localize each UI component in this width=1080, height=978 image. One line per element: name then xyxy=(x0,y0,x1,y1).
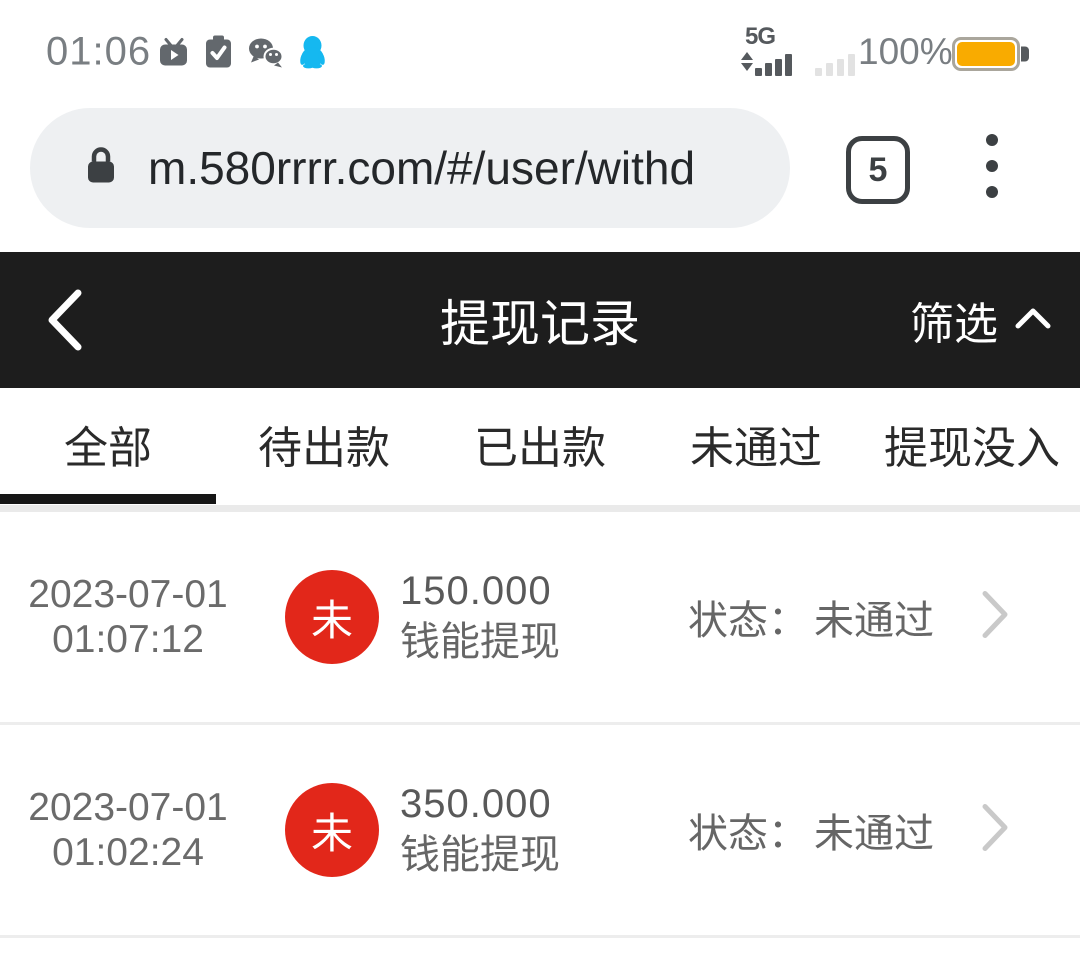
downlink-arrow-icon xyxy=(741,63,753,71)
signal-bars-sim2-icon xyxy=(815,26,855,76)
battery-icon xyxy=(952,37,1020,71)
wechat-icon xyxy=(248,37,283,67)
notification-icons xyxy=(158,36,326,69)
tab-pending-payout[interactable]: 待出款 xyxy=(216,388,432,512)
lock-icon[interactable] xyxy=(86,147,116,190)
back-button[interactable] xyxy=(42,287,86,353)
qq-icon xyxy=(299,36,326,69)
chevron-up-icon xyxy=(1014,306,1052,335)
tab-rejected[interactable]: 未通过 xyxy=(648,388,864,512)
tab-withdraw-not-credited[interactable]: 提现没入 xyxy=(864,388,1080,512)
signal-bars-icon xyxy=(755,54,792,76)
tab-paid-out[interactable]: 已出款 xyxy=(432,388,648,512)
record-date: 2023-07-01 xyxy=(28,786,228,829)
app-header: 提现记录 筛选 xyxy=(0,252,1080,388)
record-date: 2023-07-01 xyxy=(28,573,228,616)
screen: 01:06 xyxy=(0,0,1080,978)
chevron-left-icon xyxy=(42,287,86,353)
record-datetime: 2023-07-01 01:07:12 xyxy=(16,572,240,662)
record-datetime: 2023-07-01 01:02:24 xyxy=(16,785,240,875)
filter-tabs: 全部 待出款 已出款 未通过 提现没入 xyxy=(0,388,1080,512)
list-item[interactable]: 2023-07-01 01:07:12 未 150.000 钱能提现 状态：未通… xyxy=(0,512,1080,722)
list-item[interactable]: 2023-07-01 01:02:24 未 350.000 钱能提现 状态：未通… xyxy=(0,725,1080,935)
browser-toolbar: m.580rrrr.com/#/user/withd 5 xyxy=(0,100,1080,252)
status-value: 未通过 xyxy=(814,599,934,643)
record-status: 状态：未通过 xyxy=(688,801,934,859)
amount-value: 350.000 xyxy=(400,779,560,830)
record-time: 01:07:12 xyxy=(52,618,204,661)
clipboard-check-icon xyxy=(205,36,232,69)
status-bar: 01:06 xyxy=(0,0,1080,100)
payment-method: 钱能提现 xyxy=(400,617,560,668)
status-label: 状态： xyxy=(688,812,808,856)
status-badge: 未 xyxy=(285,783,379,877)
record-time: 01:02:24 xyxy=(52,831,204,874)
status-value: 未通过 xyxy=(814,812,934,856)
withdrawal-list: 2023-07-01 01:07:12 未 150.000 钱能提现 状态：未通… xyxy=(0,512,1080,938)
status-label: 状态： xyxy=(688,599,808,643)
record-status: 状态：未通过 xyxy=(688,588,934,646)
filter-button[interactable]: 筛选 xyxy=(910,288,1052,352)
payment-method: 钱能提现 xyxy=(400,830,560,881)
tab-switcher-button[interactable]: 5 xyxy=(846,136,910,204)
filter-label: 筛选 xyxy=(910,288,998,352)
row-separator xyxy=(0,935,1080,938)
tv-icon xyxy=(158,37,189,67)
tab-count: 5 xyxy=(869,151,888,190)
tabs-divider xyxy=(0,505,1080,512)
amount-value: 150.000 xyxy=(400,566,560,617)
status-badge: 未 xyxy=(285,570,379,664)
chevron-right-icon xyxy=(980,589,1010,646)
menu-kebab-icon[interactable] xyxy=(986,134,998,212)
record-amount-block: 150.000 钱能提现 xyxy=(400,566,560,668)
uplink-arrow-icon xyxy=(741,52,753,60)
active-tab-underline xyxy=(0,494,216,504)
chevron-right-icon xyxy=(980,802,1010,859)
record-amount-block: 350.000 钱能提现 xyxy=(400,779,560,881)
url-text: m.580rrrr.com/#/user/withd xyxy=(148,141,695,195)
signal-5g-icon: 5G xyxy=(741,26,797,78)
battery-percent-text: 100% xyxy=(858,31,953,73)
address-bar[interactable]: m.580rrrr.com/#/user/withd xyxy=(30,108,790,228)
network-type-label: 5G xyxy=(745,23,775,51)
page-title: 提现记录 xyxy=(440,284,640,356)
clock-text: 01:06 xyxy=(46,30,151,75)
